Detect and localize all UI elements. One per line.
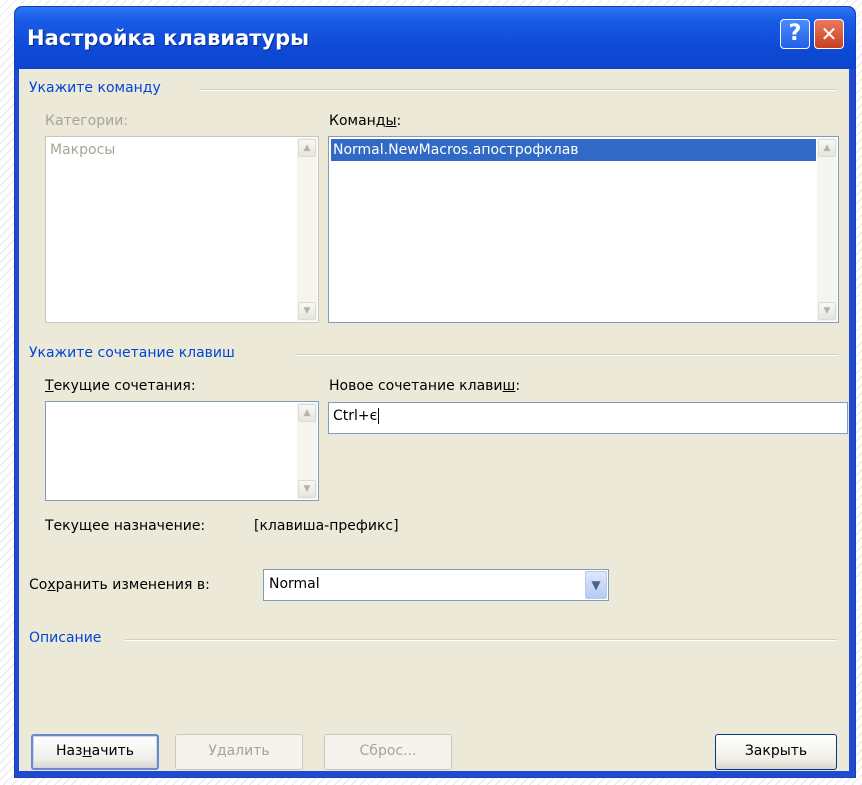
- assign-button-text: Наз: [55, 743, 83, 759]
- commands-label: Команды:: [329, 113, 401, 129]
- new-shortcut-label-colon: :: [515, 378, 521, 394]
- save-changes-label-rest: ранить изменения в:: [55, 577, 210, 593]
- new-shortcut-label-accel: ш: [502, 378, 516, 394]
- commands-label-accel: ы: [385, 113, 397, 129]
- remove-button[interactable]: Удалить: [175, 734, 303, 770]
- new-shortcut-value: Ctrl+є: [333, 408, 378, 424]
- current-keys-label-accel: Т: [45, 378, 54, 394]
- current-keys-listbox[interactable]: ▲ ▼: [45, 401, 319, 501]
- current-keys-label-text: екущие сочетания:: [53, 378, 196, 394]
- current-assignment-value: [клавиша-префикс]: [254, 518, 399, 534]
- chevron-down-icon[interactable]: ▼: [585, 571, 607, 599]
- group-divider: [199, 89, 837, 91]
- close-window-button[interactable]: ✕: [814, 19, 844, 49]
- assign-button-accel: н: [82, 743, 92, 759]
- list-item[interactable]: Макросы: [48, 139, 296, 161]
- reset-button[interactable]: Сброс...: [324, 734, 452, 770]
- scroll-down-icon[interactable]: ▼: [298, 480, 316, 498]
- new-shortcut-label-text: Новое сочетание клави: [329, 378, 503, 394]
- title-bar[interactable]: Настройка клавиатуры ? ✕: [15, 7, 855, 69]
- save-changes-value: Normal: [269, 576, 320, 592]
- dialog-client-area: Укажите команду Категории: Макросы ▲ ▼ К…: [19, 69, 849, 771]
- scroll-up-icon[interactable]: ▲: [298, 139, 316, 157]
- help-button[interactable]: ?: [780, 19, 810, 49]
- group-divider: [125, 639, 837, 641]
- save-changes-label-text: Со: [29, 577, 48, 593]
- group-label-specify-command: Укажите команду: [29, 80, 161, 96]
- save-changes-label: Сохранить изменения в:: [29, 577, 210, 593]
- current-assignment-label: Текущее назначение:: [45, 518, 206, 534]
- dialog-title: Настройка клавиатуры: [27, 26, 310, 50]
- scroll-up-icon[interactable]: ▲: [298, 404, 316, 422]
- scroll-up-icon[interactable]: ▲: [818, 139, 836, 157]
- text-caret: [378, 408, 380, 424]
- group-label-description: Описание: [29, 630, 102, 646]
- group-label-specify-shortcut: Укажите сочетание клавиш: [29, 345, 235, 361]
- categories-scrollbar[interactable]: ▲ ▼: [297, 138, 317, 321]
- categories-label: Категории:: [45, 113, 129, 129]
- current-keys-label: Текущие сочетания:: [45, 378, 196, 394]
- commands-label-text: Команд: [329, 113, 386, 129]
- current-keys-scrollbar[interactable]: ▲ ▼: [297, 403, 317, 499]
- commands-listbox[interactable]: Normal.NewMacros.апострофклав ▲ ▼: [328, 136, 839, 323]
- assign-button[interactable]: Назначить: [31, 734, 159, 770]
- categories-listbox[interactable]: Макросы ▲ ▼: [45, 136, 319, 323]
- close-button[interactable]: Закрыть: [715, 734, 837, 770]
- group-divider: [295, 354, 837, 356]
- new-shortcut-input[interactable]: Ctrl+є: [328, 402, 848, 434]
- scroll-down-icon[interactable]: ▼: [818, 302, 836, 320]
- save-changes-label-accel: х: [47, 577, 56, 593]
- commands-scrollbar[interactable]: ▲ ▼: [817, 138, 837, 321]
- scroll-down-icon[interactable]: ▼: [298, 302, 316, 320]
- assign-button-text-end: ачить: [91, 743, 135, 759]
- new-shortcut-label: Новое сочетание клавиш:: [329, 378, 520, 394]
- keyboard-customize-dialog: Настройка клавиатуры ? ✕ Укажите команду…: [14, 6, 856, 778]
- commands-label-colon: :: [396, 113, 402, 129]
- save-changes-select[interactable]: Normal ▼: [263, 569, 609, 601]
- list-item-selected[interactable]: Normal.NewMacros.апострофклав: [331, 139, 816, 161]
